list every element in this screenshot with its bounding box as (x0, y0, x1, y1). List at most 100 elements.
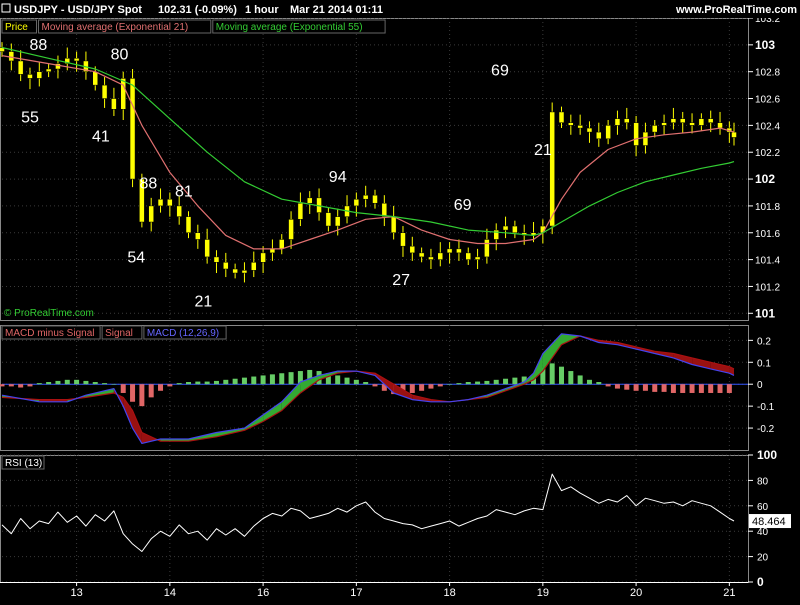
candle-body (129, 78, 136, 180)
candle-body (400, 232, 406, 247)
macd-tick-label: -0.1 (757, 402, 775, 413)
macd-hist-bar (120, 384, 126, 393)
candle-body (652, 125, 658, 133)
macd-tick-label: 0.1 (757, 358, 771, 369)
candle-body (362, 194, 369, 200)
macd-hist-bar (64, 379, 70, 385)
macd-hist-bar (549, 363, 555, 385)
macd-hist-bar (279, 373, 285, 385)
price-tick-label: 101.8 (755, 202, 780, 213)
candle-body (474, 256, 481, 260)
candle-body (176, 205, 182, 217)
macd-hist-bar (241, 377, 247, 385)
chart-root: 103.2 103 102.8 102.6 102.4 102.2 102 101.8 101.… (0, 0, 800, 600)
candle-body (288, 219, 294, 240)
candle-body (614, 118, 621, 126)
macd-hist-bar (605, 384, 611, 387)
macd-hist-bar (465, 382, 471, 385)
candle-body (241, 270, 248, 274)
x-tick-label: 19 (537, 587, 549, 599)
candle-body (260, 252, 266, 263)
macd-hist-bar (139, 384, 145, 407)
macd-hist-bar (437, 384, 443, 387)
price-annotation: 69 (454, 197, 472, 214)
candle-body (279, 239, 285, 250)
macd-hist-bar (223, 379, 229, 385)
candle-body (213, 256, 220, 263)
panel-border-price (0, 18, 749, 321)
candle-body (306, 197, 313, 204)
macd-hist-bar (456, 383, 462, 385)
macd-hist-bar (717, 384, 723, 393)
watermark: © ProRealTime.com (4, 308, 94, 319)
candle-body (372, 194, 378, 204)
ema55-line (1, 46, 735, 236)
rsi-line (1, 473, 735, 552)
candle-body (8, 51, 15, 62)
candle-body (251, 262, 257, 271)
candle-body (731, 131, 737, 138)
candle-body (502, 225, 509, 231)
price-chart: 103.2103102.8102.6102.4102.2102101.8101.… (0, 0, 800, 599)
macd-hist-bar (27, 384, 33, 387)
candle-body (679, 118, 686, 123)
x-tick-label: 21 (723, 587, 735, 599)
candle-body (204, 239, 210, 258)
macd-hist-bar (335, 375, 341, 385)
rsi-tick-label: 20 (757, 553, 769, 564)
price-legend-item: Price (5, 22, 28, 33)
macd-hist-bar (251, 376, 257, 385)
candle-body (717, 122, 723, 129)
macd-hist-bar (698, 384, 704, 393)
price-tick-label: 102.6 (755, 95, 780, 106)
macd-hist-bar (260, 375, 266, 385)
macd-hist-bar (419, 384, 425, 391)
header-interval: 1 hour (245, 4, 279, 16)
macd-hist-bar (130, 384, 136, 402)
candle-body (698, 118, 705, 126)
macd-hist-bar (708, 384, 714, 393)
header-symbol: USDJPY - USD/JPY Spot (14, 4, 142, 16)
candle-body (661, 122, 667, 126)
macd-legend-item: Signal (105, 328, 133, 339)
candle-body (624, 118, 630, 123)
macd-hist-bar (269, 374, 275, 385)
series-layer (0, 42, 737, 552)
macd-legend-item: MACD minus Signal (5, 328, 94, 339)
macd-hist-bar (363, 382, 369, 385)
candle-body (428, 256, 434, 260)
macd-hist-bar (83, 380, 89, 385)
macd-hist-bar (102, 383, 108, 385)
candle-body (465, 252, 471, 260)
macd-hist-bar (195, 381, 201, 385)
candle-body (353, 198, 360, 207)
macd-hist-bar (568, 371, 574, 385)
candle-body (577, 125, 583, 129)
macd-hist-bar (36, 383, 42, 385)
macd-hist-bar (372, 384, 378, 387)
x-tick-label: 14 (164, 587, 176, 599)
macd-hist-bar (167, 384, 173, 387)
candle-body (446, 248, 453, 254)
price-annotation: 69 (491, 63, 509, 80)
candle-body (512, 225, 518, 234)
price-legend-item: Moving average (Exponential 21) (42, 22, 189, 33)
x-tick-label: 18 (443, 587, 455, 599)
price-tick-label: 102.8 (755, 68, 780, 79)
macd-hist-bar (158, 384, 164, 391)
price-annotation: 94 (329, 169, 347, 186)
macd-hist-bar (670, 384, 676, 393)
header-website: www.ProRealTime.com (675, 4, 797, 16)
macd-hist-bar (176, 383, 182, 385)
macd-hist-bar (204, 381, 210, 385)
candle-body (642, 131, 649, 146)
price-tick-label: 103 (755, 38, 775, 52)
macd-hist-bar (428, 384, 434, 389)
price-tick-label: 101.2 (755, 282, 780, 293)
ema21-line (1, 55, 735, 250)
macd-hist-bar (633, 384, 639, 391)
price-tick-label: 101 (755, 306, 775, 320)
macd-hist-bar (596, 382, 602, 385)
macd-line (1, 333, 735, 444)
macd-hist-bar (92, 382, 98, 385)
